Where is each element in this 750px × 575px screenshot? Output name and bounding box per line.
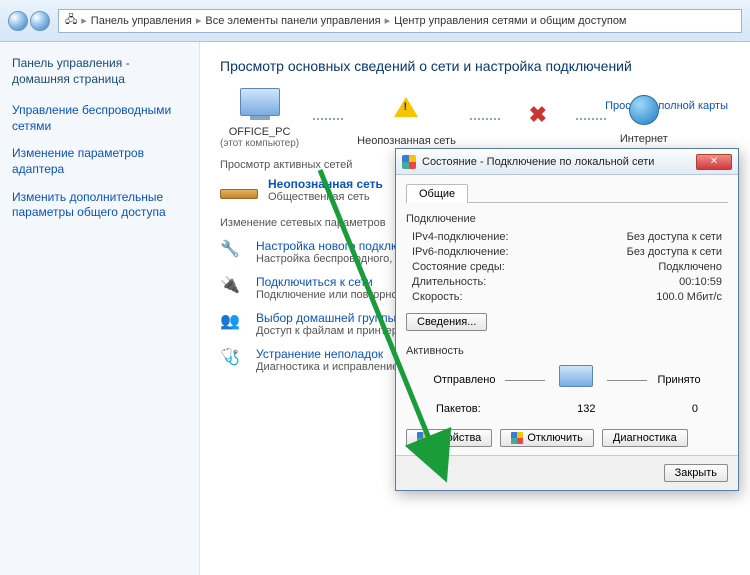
shield-icon [511, 432, 523, 444]
tab-general[interactable]: Общие [406, 184, 468, 203]
forward-button[interactable] [30, 11, 50, 31]
ipv6-label: IPv6-подключение: [412, 246, 509, 258]
back-button[interactable] [8, 11, 28, 31]
recv-label: Принято [657, 374, 700, 386]
node-unknown-network[interactable]: Неопознанная сеть [357, 91, 456, 147]
activity-line [607, 380, 647, 381]
media-label: Состояние среды: [412, 261, 505, 273]
shield-icon [417, 432, 429, 444]
chevron-right-icon: ▸ [196, 14, 202, 27]
tab-strip: Общие [406, 183, 728, 203]
dialog-title: Состояние - Подключение по локальной сет… [422, 156, 690, 168]
active-network-type: Общественная сеть [268, 191, 383, 203]
node-blocked: ✖ [514, 98, 562, 140]
node-internet[interactable]: Интернет [620, 93, 668, 145]
x-icon: ✖ [514, 102, 562, 128]
troubleshoot-icon: 🩺 [220, 347, 246, 369]
sent-value: 132 [577, 403, 595, 415]
duration-value: 00:10:59 [679, 276, 722, 288]
duration-label: Длительность: [412, 276, 486, 288]
sidebar-link-adapter-settings[interactable]: Изменение параметров адаптера [12, 146, 187, 177]
media-value: Подключено [658, 261, 722, 273]
chevron-right-icon: ▸ [385, 14, 391, 27]
group-connection: Подключение [406, 213, 728, 225]
connection-line [470, 118, 500, 120]
computer-icon [559, 365, 593, 387]
wizard-icon: 🔧 [220, 239, 246, 261]
status-dialog: Состояние - Подключение по локальной сет… [395, 148, 739, 491]
node-label: OFFICE_PC [220, 126, 299, 138]
connection-line [313, 118, 343, 120]
node-sublabel: (этот компьютер) [220, 138, 299, 149]
close-dialog-button[interactable]: Закрыть [664, 464, 728, 482]
nav-buttons [8, 11, 50, 31]
close-icon: ✕ [710, 156, 718, 167]
bench-icon [220, 189, 258, 199]
network-map: OFFICE_PC (этот компьютер) Неопознанная … [220, 88, 730, 149]
details-button[interactable]: Сведения... [406, 313, 487, 331]
ipv4-label: IPv4-подключение: [412, 231, 509, 243]
speed-label: Скорость: [412, 291, 463, 303]
page-title: Просмотр основных сведений о сети и наст… [220, 58, 730, 74]
breadcrumb-part[interactable]: Все элементы панели управления [205, 15, 380, 27]
node-this-pc[interactable]: OFFICE_PC (этот компьютер) [220, 88, 299, 149]
connection-line [576, 118, 606, 120]
chevron-right-icon: ▸ [81, 14, 87, 27]
packets-label: Пакетов: [436, 403, 481, 415]
globe-icon [629, 95, 659, 125]
shield-icon [402, 155, 416, 169]
sidebar-link-sharing-settings[interactable]: Изменить дополнительные параметры общего… [12, 190, 187, 221]
active-network-name[interactable]: Неопознанная сеть [268, 177, 383, 191]
node-label: Интернет [620, 133, 668, 145]
computer-icon [240, 88, 280, 116]
breadcrumb-icon: 🖧 [65, 11, 77, 30]
ipv4-value: Без доступа к сети [627, 231, 722, 243]
properties-button[interactable]: Свойства [406, 429, 492, 447]
close-button[interactable]: ✕ [696, 154, 732, 170]
activity-line [505, 380, 545, 381]
breadcrumb[interactable]: 🖧 ▸ Панель управления ▸ Все элементы пан… [58, 9, 742, 33]
breadcrumb-part[interactable]: Центр управления сетями и общим доступом [394, 15, 626, 27]
breadcrumb-part[interactable]: Панель управления [91, 15, 192, 27]
ipv6-value: Без доступа к сети [627, 246, 722, 258]
connect-icon: 🔌 [220, 275, 246, 297]
sent-label: Отправлено [433, 374, 495, 386]
control-panel-home-link[interactable]: Панель управления - домашняя страница [12, 56, 187, 87]
recv-value: 0 [692, 403, 698, 415]
address-bar: 🖧 ▸ Панель управления ▸ Все элементы пан… [0, 0, 750, 42]
group-activity: Активность [406, 345, 728, 357]
disable-button[interactable]: Отключить [500, 429, 594, 447]
node-label: Неопознанная сеть [357, 135, 456, 147]
diagnostics-button[interactable]: Диагностика [602, 429, 688, 447]
sidebar: Панель управления - домашняя страница Уп… [0, 42, 200, 575]
dialog-titlebar[interactable]: Состояние - Подключение по локальной сет… [396, 149, 738, 175]
speed-value: 100.0 Мбит/с [656, 291, 722, 303]
warning-icon [394, 97, 418, 117]
homegroup-icon: 👥 [220, 311, 246, 333]
sidebar-link-wireless[interactable]: Управление беспроводными сетями [12, 103, 187, 134]
